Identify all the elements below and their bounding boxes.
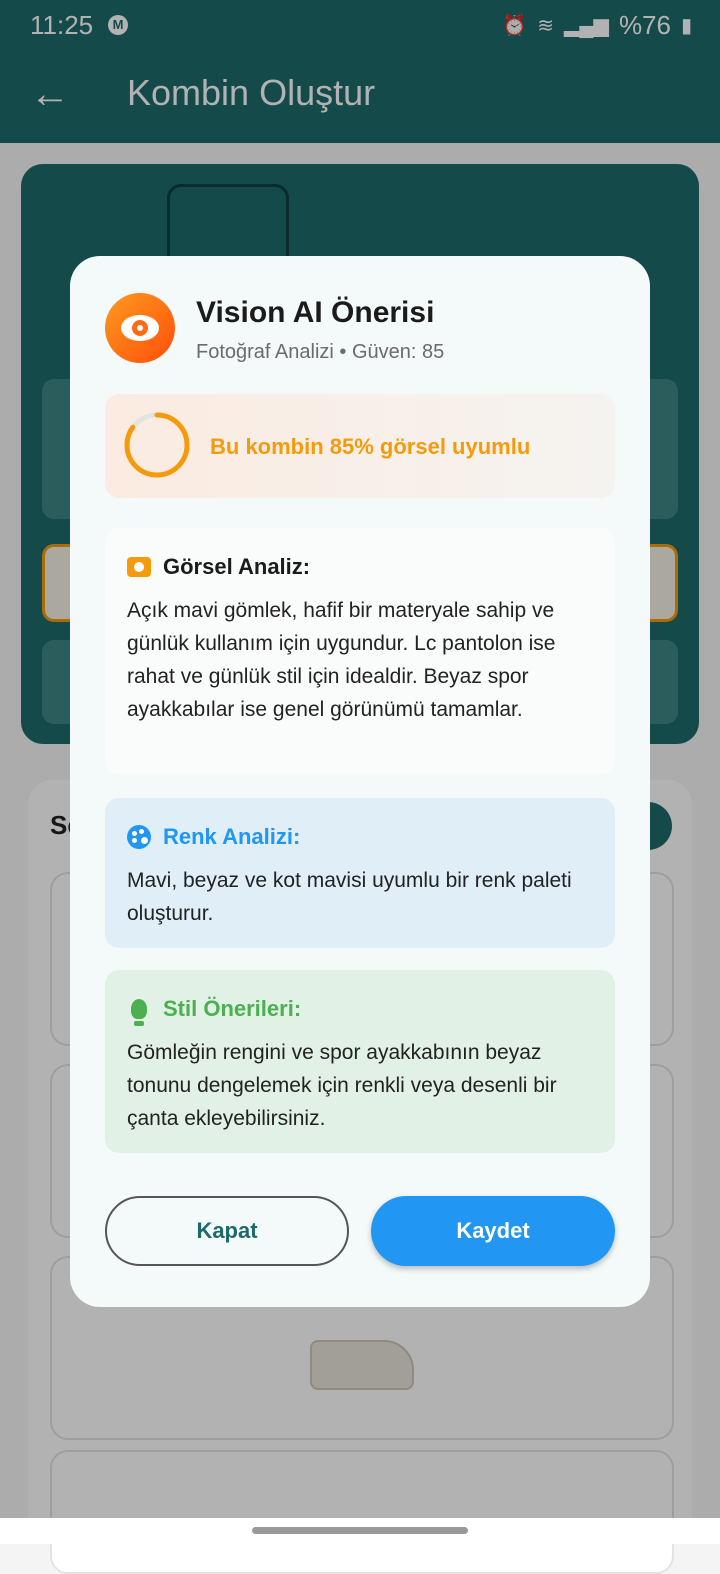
style-suggestions-text: Gömleğin rengini ve spor ayakkabının bey… [127, 1041, 557, 1130]
visual-analysis-section: Görsel Analiz: Açık mavi gömlek, hafif b… [105, 528, 615, 774]
save-button[interactable]: Kaydet [371, 1196, 615, 1266]
status-scrim [0, 0, 720, 52]
vision-ai-dialog: Vision AI Önerisi Fotoğraf Analizi • Güv… [70, 256, 650, 1307]
home-gesture-handle[interactable] [252, 1527, 468, 1534]
visual-analysis-title: Görsel Analiz: [163, 554, 311, 579]
vision-eye-icon [105, 293, 175, 363]
style-suggestions-section: Stil Önerileri: Gömleğin rengini ve spor… [105, 970, 615, 1153]
close-button[interactable]: Kapat [105, 1196, 349, 1266]
dialog-title: Vision AI Önerisi [196, 296, 435, 329]
color-analysis-title: Renk Analizi: [163, 824, 301, 849]
score-text: Bu kombin 85% görsel uyumlu [210, 434, 531, 459]
camera-icon [127, 557, 151, 577]
dialog-subtitle: Fotoğraf Analizi • Güven: 85 [196, 341, 445, 363]
color-analysis-section: Renk Analizi: Mavi, beyaz ve kot mavisi … [105, 798, 615, 948]
color-analysis-text: Mavi, beyaz ve kot mavisi uyumlu bir ren… [127, 869, 572, 925]
navigation-bar [0, 1518, 720, 1544]
style-suggestions-title: Stil Önerileri: [163, 996, 302, 1021]
compatibility-score: Bu kombin 85% görsel uyumlu [105, 394, 615, 498]
visual-analysis-text: Açık mavi gömlek, hafif bir materyale sa… [127, 599, 556, 721]
lightbulb-icon [131, 999, 147, 1026]
palette-icon [127, 825, 151, 849]
progress-ring-icon [124, 412, 190, 478]
